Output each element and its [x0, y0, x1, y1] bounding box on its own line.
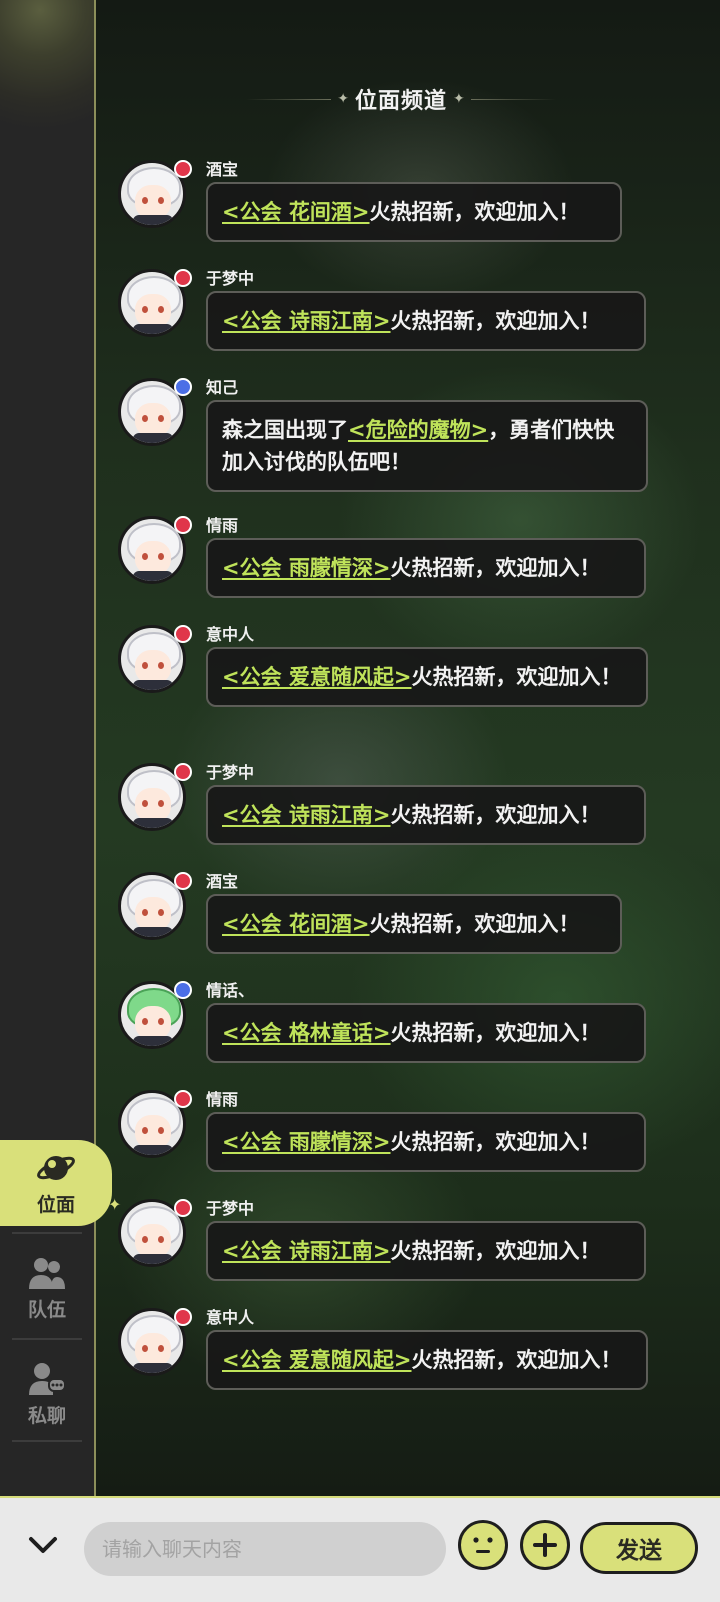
- message-link[interactable]: <公会 花间酒>: [222, 912, 370, 936]
- sidebar-divider: [12, 1440, 82, 1442]
- gender-female-badge-icon: [174, 1090, 192, 1108]
- gender-female-badge-icon: [174, 269, 192, 287]
- message-text: 火热招新，欢迎加入！: [390, 1130, 601, 1154]
- sender-name[interactable]: 情雨: [206, 512, 238, 536]
- message-bubble: <公会 爱意随风起>火热招新，欢迎加入！: [206, 1330, 648, 1390]
- plus-icon: [533, 1533, 557, 1557]
- gender-male-badge-icon: [174, 378, 192, 396]
- message-bubble: <公会 诗雨江南>火热招新，欢迎加入！: [206, 291, 646, 351]
- gender-male-badge-icon: [174, 981, 192, 999]
- gender-female-badge-icon: [174, 763, 192, 781]
- message-link[interactable]: <公会 诗雨江南>: [222, 309, 391, 333]
- title-divider-right: [470, 98, 557, 100]
- gender-female-badge-icon: [174, 160, 192, 178]
- active-tab-star-icon: ✦: [108, 1195, 122, 1214]
- message-bubble: <公会 花间酒>火热招新，欢迎加入！: [206, 182, 622, 242]
- sender-name[interactable]: 意中人: [206, 621, 254, 645]
- message-link[interactable]: <公会 诗雨江南>: [222, 803, 391, 827]
- channel-title-bar: ✦ 位面频道 ✦: [246, 82, 557, 116]
- chevron-down-icon[interactable]: [26, 1528, 60, 1562]
- message-text: 火热招新，欢迎加入！: [411, 665, 622, 689]
- gender-female-badge-icon: [174, 1199, 192, 1217]
- emoji-icon: [473, 1537, 493, 1553]
- message-text: 火热招新，欢迎加入！: [390, 556, 601, 580]
- planet-icon: [37, 1155, 75, 1180]
- sender-name[interactable]: 于梦中: [206, 1195, 254, 1219]
- message-text: 火热招新，欢迎加入！: [390, 1021, 601, 1045]
- chat-input[interactable]: [84, 1522, 446, 1576]
- message-prefix: 森之国出现了: [222, 418, 348, 442]
- sidebar-divider: [12, 1338, 82, 1340]
- sender-name[interactable]: 酒宝: [206, 868, 238, 892]
- message-link[interactable]: <公会 花间酒>: [222, 200, 370, 224]
- title-divider-left: [246, 98, 332, 100]
- private-chat-icon: [29, 1362, 66, 1395]
- channel-sidebar: 位面 队伍 私聊: [0, 0, 112, 1496]
- message-text: 火热招新，欢迎加入！: [369, 912, 580, 936]
- tab-planet-label: 位面: [36, 1193, 75, 1216]
- message-text: 火热招新，欢迎加入！: [411, 1348, 622, 1372]
- sender-name[interactable]: 酒宝: [206, 156, 238, 180]
- message-bubble: <公会 诗雨江南>火热招新，欢迎加入！: [206, 785, 646, 845]
- message-link[interactable]: <公会 格林童话>: [222, 1021, 391, 1045]
- add-button[interactable]: [520, 1520, 570, 1570]
- message-link[interactable]: <公会 诗雨江南>: [222, 1239, 391, 1263]
- message-bubble: <公会 格林童话>火热招新，欢迎加入！: [206, 1003, 646, 1063]
- gender-female-badge-icon: [174, 516, 192, 534]
- message-link[interactable]: <公会 雨朦情深>: [222, 556, 391, 580]
- message-bubble: <公会 诗雨江南>火热招新，欢迎加入！: [206, 1221, 646, 1281]
- sidebar-divider: [12, 1232, 82, 1234]
- message-link[interactable]: <公会 爱意随风起>: [222, 665, 412, 689]
- message-link[interactable]: <公会 爱意随风起>: [222, 1348, 412, 1372]
- sender-name[interactable]: 于梦中: [206, 265, 254, 289]
- message-link[interactable]: <危险的魔物>: [348, 418, 488, 442]
- message-text: 火热招新，欢迎加入！: [390, 803, 601, 827]
- gender-female-badge-icon: [174, 1308, 192, 1326]
- send-button[interactable]: 发送: [580, 1522, 698, 1574]
- message-bubble: <公会 爱意随风起>火热招新，欢迎加入！: [206, 647, 648, 707]
- sender-name[interactable]: 情话、: [206, 977, 254, 1001]
- team-icon: [29, 1257, 65, 1289]
- tab-private-chat[interactable]: 私聊: [0, 1344, 94, 1444]
- channel-title: 位面频道: [355, 89, 448, 114]
- star-icon: ✦: [337, 91, 349, 107]
- message-link[interactable]: <公会 雨朦情深>: [222, 1130, 391, 1154]
- sender-name[interactable]: 情雨: [206, 1086, 238, 1110]
- tab-team-label: 队伍: [27, 1298, 66, 1321]
- tab-team[interactable]: 队伍: [0, 1238, 94, 1338]
- message-text: 火热招新，欢迎加入！: [390, 309, 601, 333]
- gender-female-badge-icon: [174, 625, 192, 643]
- sidebar-decoration: [0, 0, 94, 150]
- tab-planet[interactable]: 位面: [0, 1140, 112, 1226]
- message-bubble: 森之国出现了<危险的魔物>，勇者们快快加入讨伐的队伍吧！: [206, 400, 648, 492]
- message-text: 火热招新，欢迎加入！: [369, 200, 580, 224]
- message-bubble: <公会 雨朦情深>火热招新，欢迎加入！: [206, 1112, 646, 1172]
- sender-name[interactable]: 知己: [206, 374, 238, 398]
- message-bubble: <公会 雨朦情深>火热招新，欢迎加入！: [206, 538, 646, 598]
- sender-name[interactable]: 于梦中: [206, 759, 254, 783]
- star-icon: ✦: [453, 91, 465, 107]
- sender-name[interactable]: 意中人: [206, 1304, 254, 1328]
- input-bar: 发送: [0, 1496, 720, 1602]
- emoji-button[interactable]: [458, 1520, 508, 1570]
- gender-female-badge-icon: [174, 872, 192, 890]
- message-text: 火热招新，欢迎加入！: [390, 1239, 601, 1263]
- tab-private-chat-label: 私聊: [27, 1404, 66, 1427]
- message-bubble: <公会 花间酒>火热招新，欢迎加入！: [206, 894, 622, 954]
